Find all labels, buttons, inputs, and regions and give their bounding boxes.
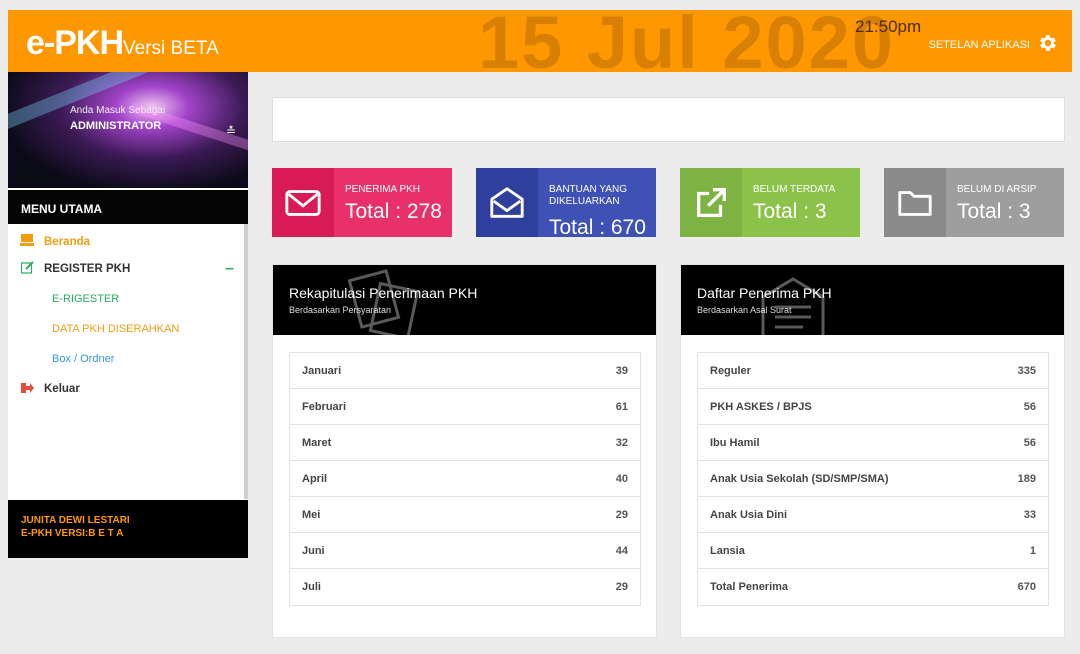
row-label: Anak Usia Dini [710,508,788,521]
row-label: Juli [302,581,321,593]
sidebar-subitem-box-ordner[interactable]: Box / Ordner [8,344,244,374]
external-link-icon [680,168,742,237]
panel-header: Rekapitulasi Penerimaan PKH Berdasarkan … [273,265,656,335]
gear-icon [1036,32,1058,57]
stat-card-belum-di-arsip[interactable]: BELUM DI ARSIP Total : 3 [884,168,1064,237]
logo-version-text: Versi BETA [123,38,219,59]
settings-label: SETELAN APLIKASI [928,38,1031,51]
row-label: Reguler [710,364,751,377]
row-value: 56 [1023,400,1036,413]
list-item[interactable]: Juli 29 [290,569,640,605]
list-item[interactable]: Lansia 1 [698,533,1048,569]
row-value: 33 [1023,508,1036,521]
app-version: E-PKH VERSI:B E T A [21,528,124,539]
row-label: Anak Usia Sekolah (SD/SMP/SMA) [710,472,889,485]
stat-label: BELUM TERDATA [753,184,836,195]
row-label: PKH ASKES / BPJS [710,400,812,413]
list-item[interactable]: Anak Usia Dini 33 [698,497,1048,533]
list-item[interactable]: Anak Usia Sekolah (SD/SMP/SMA) 189 [698,461,1048,497]
stat-total: Total : 278 [345,200,442,223]
envelope-icon [272,168,334,237]
row-value: 335 [1017,364,1036,377]
documents-watermark-icon [347,269,420,335]
top-header: 15 Jul 2020 e-PKHVersi BETA 21:50pm SETE… [8,10,1072,72]
envelope-open-icon [476,168,538,237]
panel-rekapitulasi: Rekapitulasi Penerimaan PKH Berdasarkan … [272,264,657,638]
stat-label: PENERIMA PKH [345,184,421,195]
row-label: Juni [302,544,325,557]
list-item[interactable]: Mei 29 [290,497,640,533]
stat-card-bantuan[interactable]: BANTUAN YANG DIKELUARKAN Total : 670 [476,168,656,237]
collapse-icon[interactable]: – [225,260,234,278]
header-clock: 21:50pm [855,17,922,36]
user-name: JUNITA DEWI LESTARI [21,515,130,526]
laptop-icon [18,234,36,250]
row-label: Maret [302,436,332,449]
list-item[interactable]: April 40 [290,461,640,497]
row-label: Mei [302,508,321,521]
row-value: 56 [1023,436,1036,449]
panel-header: Daftar Penerima PKH Berdasarkan Asal Sur… [681,265,1064,335]
sign-out-icon [18,382,36,397]
role-name: ADMINISTRATOR [70,120,162,132]
panel-daftar-penerima: Daftar Penerima PKH Berdasarkan Asal Sur… [680,264,1065,638]
sidebar-subitem-data-pkh-diserahkan[interactable]: DATA PKH DISERAHKAN [8,314,244,344]
row-value: 40 [615,472,628,485]
user-info-box: JUNITA DEWI LESTARI E-PKH VERSI:B E T A [8,500,248,558]
stat-total: Total : 3 [957,200,1031,223]
row-label: April [302,472,328,485]
row-value: 29 [615,508,628,521]
list-item[interactable]: Maret 32 [290,425,640,461]
stat-total: Total : 670 [549,216,646,237]
row-value: 189 [1017,472,1036,485]
stat-total: Total : 3 [753,200,827,223]
stat-card-belum-terdata[interactable]: BELUM TERDATA Total : 3 [680,168,860,237]
row-value: 29 [615,581,628,593]
list-item[interactable]: Total Penerima 670 [698,569,1048,605]
row-label: Lansia [710,544,745,557]
folder-icon [884,168,946,237]
row-value: 1 [1029,544,1036,557]
app-logo[interactable]: e-PKHVersi BETA [26,24,219,63]
stat-card-penerima-pkh[interactable]: PENERIMA PKH Total : 278 [272,168,452,237]
rekap-list: Januari 39 Februari 61 Maret 32 April 40 Mei… [289,352,641,606]
row-label: Februari [302,400,347,413]
sidebar-item-keluar[interactable]: Keluar [8,374,244,404]
row-label: Ibu Hamil [710,436,760,449]
header-date-watermark: 15 Jul 2020 [478,10,895,72]
sidebar-item-label: REGISTER PKH [44,263,131,275]
sidebar-item-beranda[interactable]: Beranda [8,230,244,254]
sidebar-item-register-pkh[interactable]: REGISTER PKH – [8,254,244,284]
stat-label: BANTUAN YANG DIKELUARKAN [549,184,627,207]
sidebar: Anda Masuk Sebagai ADMINISTRATOR ≛ MENU … [8,72,248,558]
row-value: 44 [615,544,628,557]
settings-button[interactable]: SETELAN APLIKASI [929,32,1059,57]
profile-banner: Anda Masuk Sebagai ADMINISTRATOR ≛ [8,72,248,188]
sidebar-item-label: Beranda [44,236,91,248]
notice-bar [272,97,1065,142]
daftar-list: Reguler 335 PKH ASKES / BPJS 56 Ibu Hamil 5… [697,352,1049,606]
list-item[interactable]: Ibu Hamil 56 [698,425,1048,461]
list-item[interactable]: PKH ASKES / BPJS 56 [698,389,1048,425]
row-value: 61 [615,400,628,413]
list-item[interactable]: Juni 44 [290,533,640,569]
sidebar-subitem-e-rigester[interactable]: E-RIGESTER [8,284,244,314]
list-item[interactable]: Februari 61 [290,389,640,425]
row-label: Januari [302,364,342,377]
row-label: Total Penerima [710,581,789,593]
logo-main-text: e-PKH [26,24,124,62]
list-item[interactable]: Reguler 335 [698,353,1048,389]
row-value: 39 [615,364,628,377]
stat-label: BELUM DI ARSIP [957,184,1037,195]
edit-icon [18,261,36,277]
role-caption: Anda Masuk Sebagai [70,105,166,116]
row-value: 670 [1017,581,1036,593]
list-item[interactable]: Januari 39 [290,353,640,389]
menu-title: MENU UTAMA [8,188,248,224]
inbox-watermark-icon [761,277,825,335]
sidebar-item-label: Keluar [44,383,80,395]
main-menu: Beranda REGISTER PKH – E-RIGESTER DATA P… [8,224,248,499]
chevron-double-down-icon[interactable]: ≛ [226,124,236,138]
row-value: 32 [615,436,628,449]
